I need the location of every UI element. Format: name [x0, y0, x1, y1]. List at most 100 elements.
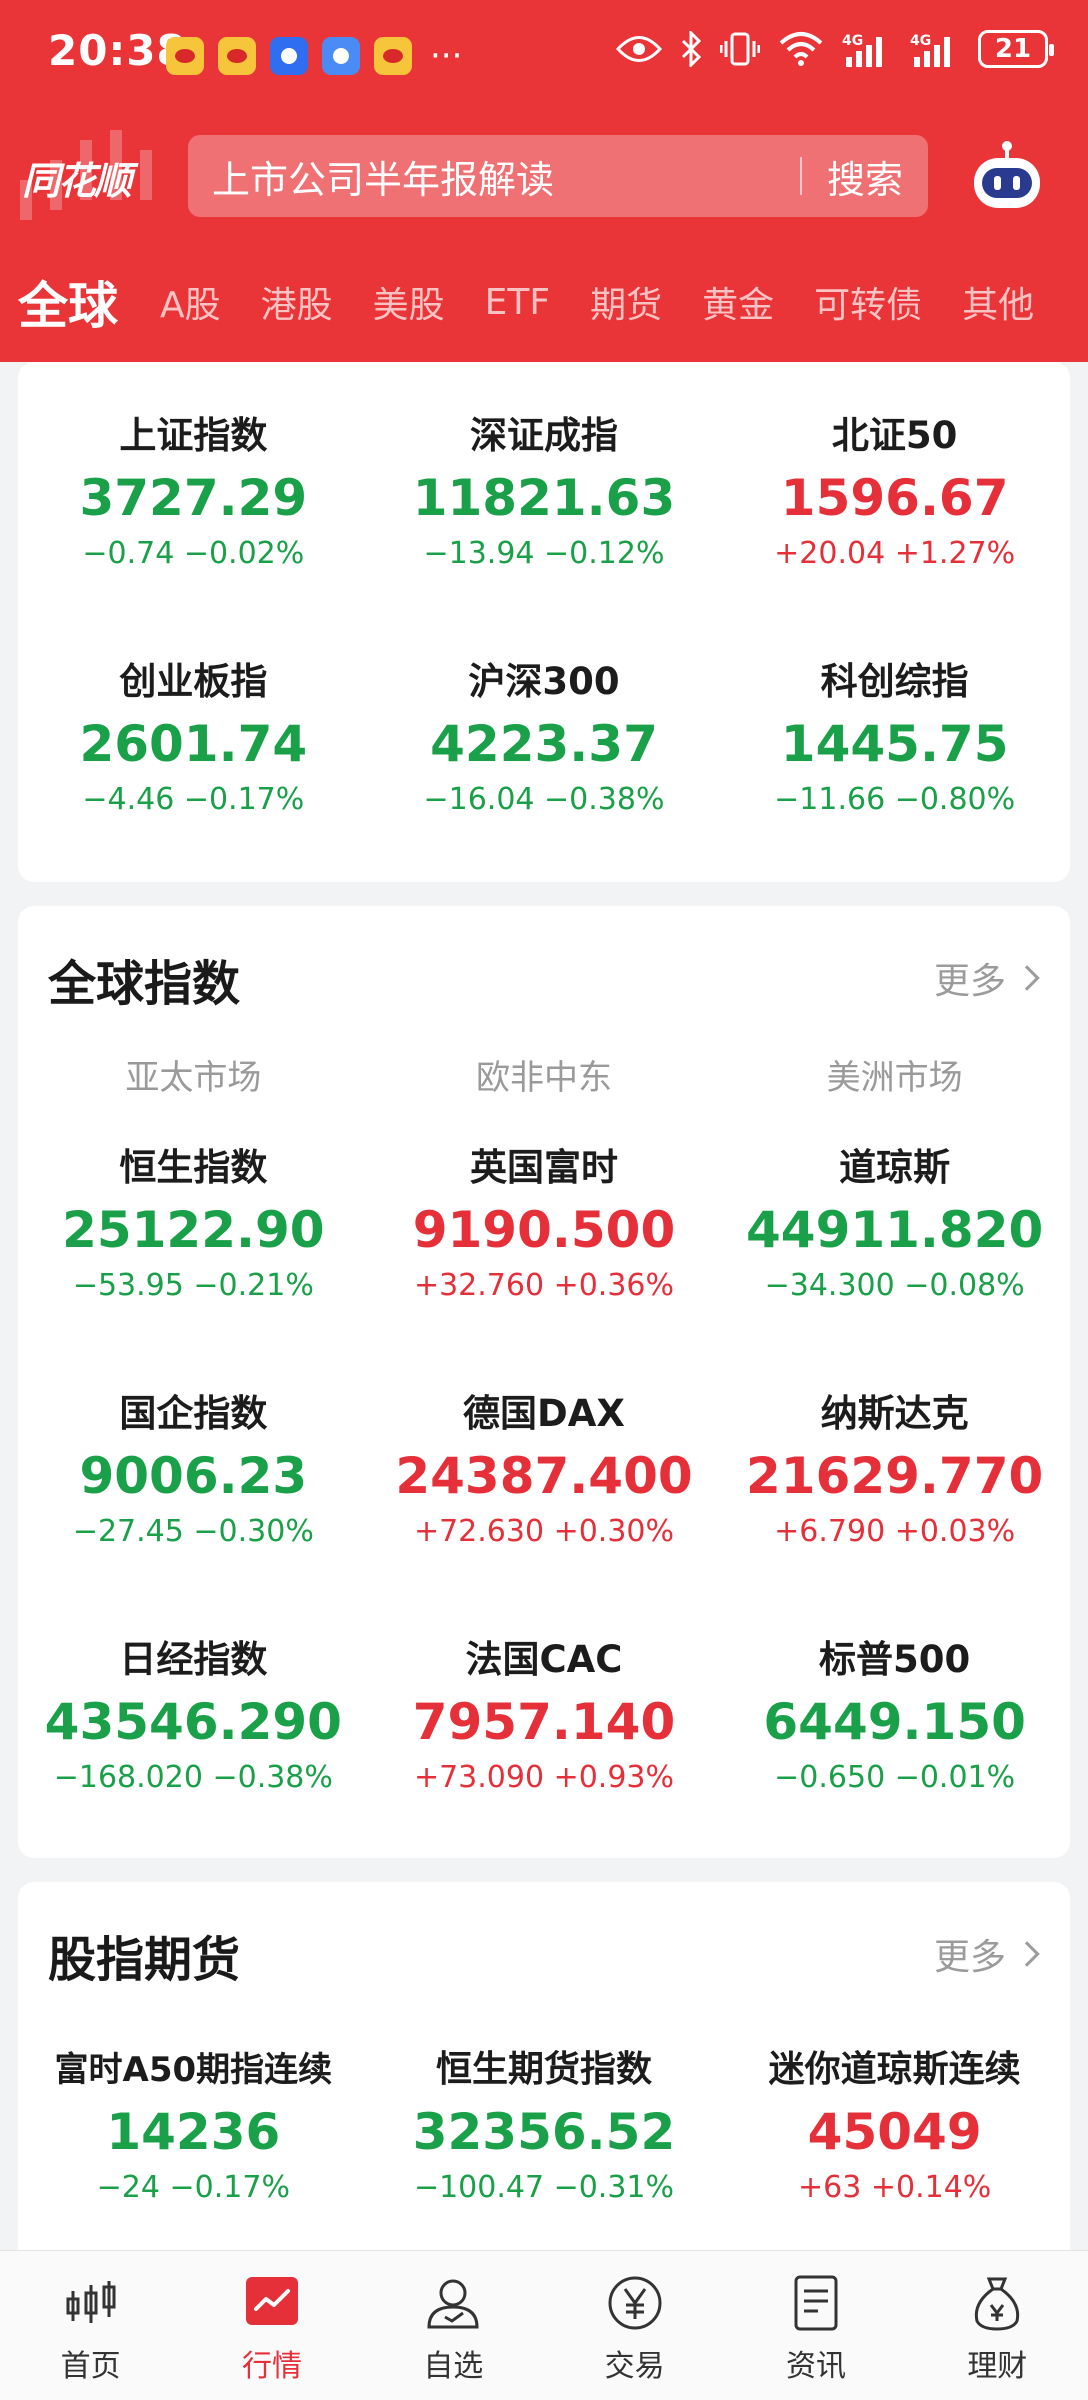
more-link[interactable]: 更多 — [934, 952, 1040, 1004]
tab-convertible-bonds[interactable]: 可转债 — [814, 276, 922, 328]
section-title: 股指期货 — [48, 1932, 241, 1988]
index-cell[interactable]: 纳斯达克 21629.770 +6.790 +0.03% — [719, 1388, 1070, 1552]
index-cell[interactable]: 沪深300 4223.37 −16.04 −0.38% — [369, 656, 720, 820]
system-icons: 4G 4G 21 — [616, 30, 1054, 68]
index-cell[interactable]: 英国富时 9190.500 +32.760 +0.36% — [369, 1142, 720, 1306]
index-change: +73.090 +0.93% — [413, 1760, 675, 1795]
index-name: 道琼斯 — [839, 1146, 951, 1189]
person-icon — [427, 2279, 479, 2329]
index-change: −168.020 −0.38% — [53, 1760, 333, 1795]
global-grid: 恒生指数 25122.90 −53.95 −0.21% 英国富时 9190.50… — [18, 1142, 1070, 1798]
index-cell[interactable]: 道琼斯 44911.820 −34.300 −0.08% — [719, 1142, 1070, 1306]
search-input[interactable]: 上市公司半年报解读 — [212, 149, 800, 204]
search-button[interactable]: 搜索 — [802, 149, 928, 204]
tab-a-shares[interactable]: A股 — [160, 276, 221, 328]
futures-price: 45049 — [807, 2103, 982, 2161]
chevron-right-icon — [1014, 1941, 1040, 1967]
index-cell[interactable]: 标普500 6449.150 −0.650 −0.01% — [719, 1634, 1070, 1798]
tab-etf[interactable]: ETF — [485, 282, 550, 323]
index-name: 日经指数 — [119, 1638, 268, 1681]
more-label: 更多 — [933, 1937, 1006, 1978]
nav-wealth[interactable]: 理财 — [907, 2251, 1088, 2400]
nav-news[interactable]: 资讯 — [725, 2251, 906, 2400]
index-cell[interactable]: 德国DAX 24387.400 +72.630 +0.30% — [369, 1388, 720, 1552]
index-name: 恒生指数 — [119, 1146, 268, 1189]
index-name: 英国富时 — [469, 1146, 618, 1189]
index-price: 6449.150 — [763, 1693, 1026, 1751]
nav-trade[interactable]: 交易 — [544, 2251, 725, 2400]
index-name: 上证指数 — [119, 414, 268, 457]
nav-label: 交易 — [604, 2349, 665, 2384]
index-change: −0.74 −0.02% — [82, 536, 305, 571]
more-link[interactable]: 更多 — [933, 1928, 1040, 1980]
a-share-grid: 上证指数 3727.29 −0.74 −0.02% 深证成指 11821.63 … — [18, 410, 1070, 820]
bluetooth-icon — [681, 31, 702, 67]
index-cell[interactable]: 日经指数 43546.290 −168.020 −0.38% — [18, 1634, 369, 1798]
news-icon — [794, 2275, 838, 2331]
status-bar: 20:38 ··· 4G 4G 21 — [0, 0, 1088, 110]
index-cell[interactable]: 北证50 1596.67 +20.04 +1.27% — [719, 410, 1070, 574]
tab-global[interactable]: 全球 — [18, 266, 118, 338]
index-change: −53.95 −0.21% — [72, 1268, 314, 1303]
index-change: −13.94 −0.12% — [423, 536, 665, 571]
index-name: 科创综指 — [820, 660, 969, 703]
index-cell[interactable]: 国企指数 9006.23 −27.45 −0.30% — [18, 1388, 369, 1552]
futures-grid: 富时A50期指连续 14236 −24 −0.17% 恒生期货指数 32356.… — [18, 2044, 1070, 2208]
nav-market[interactable]: 行情 — [181, 2251, 362, 2400]
ai-robot-icon[interactable] — [970, 140, 1044, 212]
market-chart-icon — [245, 2277, 298, 2325]
region-americas[interactable]: 美洲市场 — [719, 1050, 1070, 1099]
index-name: 法国CAC — [465, 1638, 623, 1681]
futures-cell[interactable]: 迷你道琼斯连续 45049 +63 +0.14% — [719, 2044, 1070, 2208]
index-name: 创业板指 — [119, 660, 268, 703]
wifi-icon — [779, 32, 823, 66]
app-header: 20:38 ··· 4G 4G 21 同花顺 上市公司半年报解读 搜索 全球 A… — [0, 0, 1088, 362]
index-cell[interactable]: 深证成指 11821.63 −13.94 −0.12% — [369, 410, 720, 574]
futures-name: 富时A50期指连续 — [54, 2050, 333, 2090]
region-asia-pacific[interactable]: 亚太市场 — [18, 1050, 369, 1099]
index-name: 国企指数 — [119, 1392, 268, 1435]
index-cell[interactable]: 上证指数 3727.29 −0.74 −0.02% — [18, 410, 369, 574]
index-cell[interactable]: 科创综指 1445.75 −11.66 −0.80% — [719, 656, 1070, 820]
nav-watchlist[interactable]: 自选 — [363, 2251, 544, 2400]
vibrate-icon — [720, 32, 760, 66]
tab-futures[interactable]: 期货 — [590, 276, 662, 328]
tab-us-shares[interactable]: 美股 — [373, 276, 445, 328]
svg-text:4G: 4G — [910, 33, 931, 49]
bottom-navigation: 首页 行情 自选 交易 资讯 理财 — [0, 2250, 1088, 2400]
nav-label: 资讯 — [785, 2349, 846, 2384]
index-change: −27.45 −0.30% — [72, 1514, 314, 1549]
futures-price: 14236 — [106, 2103, 281, 2161]
app-logo[interactable]: 同花顺 — [22, 150, 132, 205]
nav-home[interactable]: 首页 — [0, 2251, 181, 2400]
futures-name: 迷你道琼斯连续 — [768, 2049, 1021, 2090]
signal-4g-icon: 4G — [910, 33, 950, 67]
index-price: 1596.67 — [780, 469, 1009, 527]
futures-cell[interactable]: 恒生期货指数 32356.52 −100.47 −0.31% — [369, 2044, 720, 2208]
index-cell[interactable]: 创业板指 2601.74 −4.46 −0.17% — [18, 656, 369, 820]
index-cell[interactable]: 法国CAC 7957.140 +73.090 +0.93% — [369, 1634, 720, 1798]
candlestick-icon — [66, 2281, 116, 2323]
index-price: 25122.90 — [62, 1201, 325, 1259]
tab-hk-shares[interactable]: 港股 — [261, 276, 333, 328]
tab-gold[interactable]: 黄金 — [702, 276, 774, 328]
nav-label: 自选 — [423, 2349, 484, 2384]
index-price: 43546.290 — [44, 1693, 342, 1751]
weibo-notification-icon — [218, 37, 256, 75]
index-change: +20.04 +1.27% — [774, 536, 1016, 571]
music-notification-icon — [322, 37, 360, 75]
futures-cell[interactable]: 富时A50期指连续 14236 −24 −0.17% — [18, 2044, 369, 2208]
tab-other[interactable]: 其他 — [962, 276, 1034, 328]
index-change: −11.66 −0.80% — [774, 782, 1016, 817]
money-bag-icon — [975, 2277, 1020, 2331]
index-name: 沪深300 — [468, 660, 620, 703]
index-name: 纳斯达克 — [820, 1392, 969, 1435]
region-europe-mideast[interactable]: 欧非中东 — [369, 1050, 720, 1099]
index-cell[interactable]: 恒生指数 25122.90 −53.95 −0.21% — [18, 1142, 369, 1306]
weibo-notification-icon — [374, 37, 412, 75]
index-price: 4223.37 — [430, 715, 658, 773]
index-name: 德国DAX — [463, 1392, 625, 1435]
index-change: −0.650 −0.01% — [774, 1760, 1016, 1795]
search-bar[interactable]: 上市公司半年报解读 搜索 — [188, 135, 928, 217]
index-name: 深证成指 — [469, 414, 618, 457]
